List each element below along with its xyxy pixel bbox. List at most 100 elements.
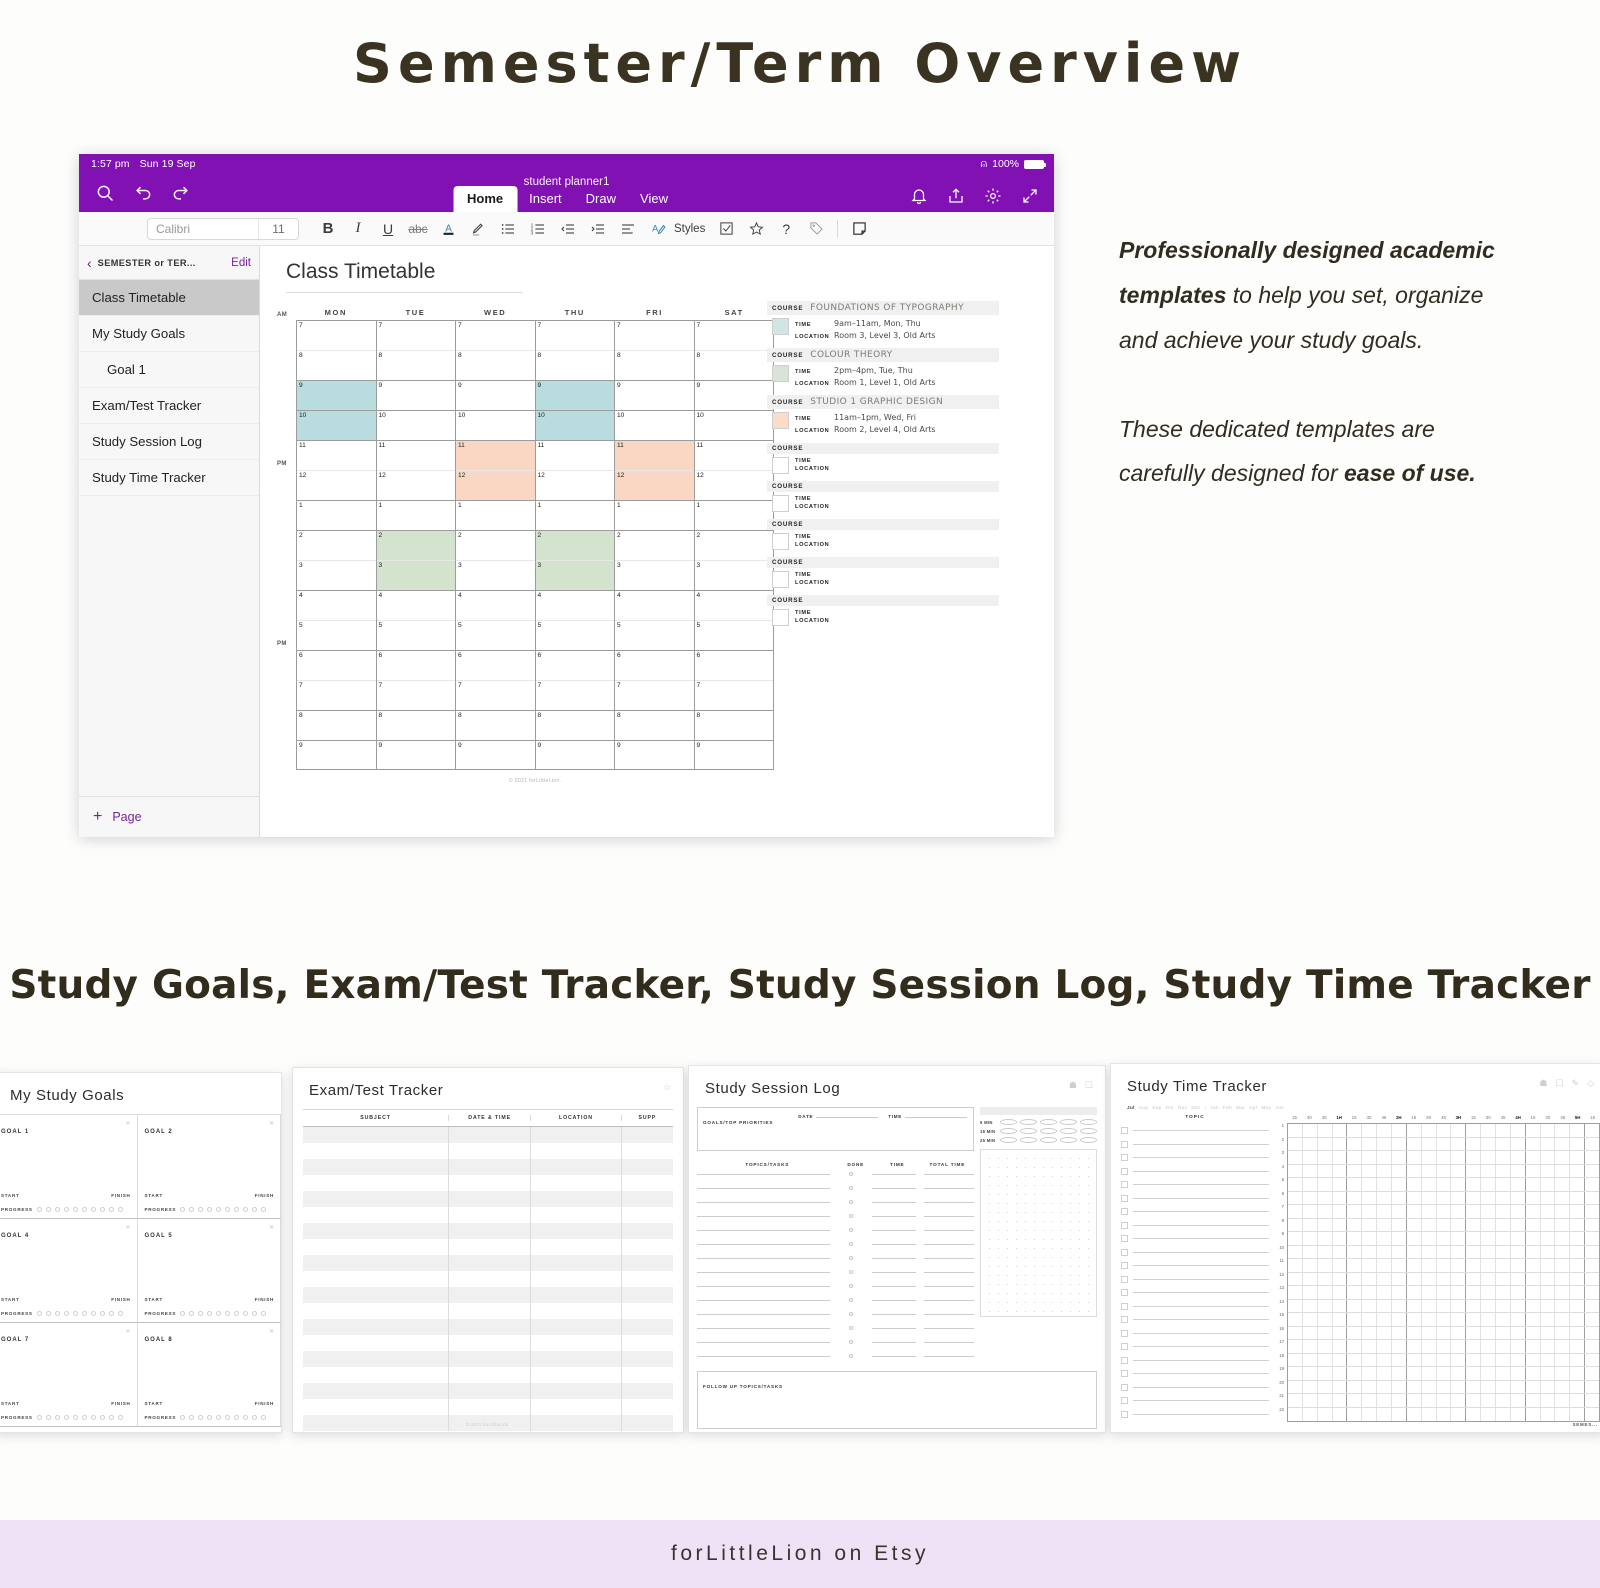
progress-dot[interactable] (225, 1311, 231, 1316)
exam-table-row[interactable] (303, 1335, 673, 1351)
chart-cell[interactable] (1377, 1259, 1393, 1272)
tab-insert[interactable]: Insert (517, 186, 574, 212)
chart-cell[interactable] (1466, 1137, 1482, 1150)
chart-cell[interactable] (1481, 1191, 1497, 1204)
task-time[interactable] (871, 1313, 916, 1315)
chart-cell[interactable] (1585, 1219, 1599, 1232)
task-line[interactable] (697, 1313, 830, 1315)
chart-cell[interactable] (1481, 1124, 1497, 1137)
timetable-cell[interactable]: 12 (376, 471, 455, 501)
expand-icon[interactable] (1021, 187, 1040, 206)
chart-cell[interactable] (1422, 1326, 1437, 1339)
topic-row[interactable] (1121, 1313, 1269, 1327)
tag-icon[interactable] (801, 216, 831, 242)
page-icon[interactable]: ☐ (1555, 1078, 1563, 1089)
chart-cell[interactable] (1318, 1286, 1333, 1299)
timetable-cell[interactable]: 1 (694, 501, 773, 531)
task-line[interactable] (697, 1243, 830, 1245)
chart-cell[interactable] (1333, 1259, 1348, 1272)
chart-cell[interactable] (1362, 1205, 1378, 1218)
chart-cell[interactable] (1570, 1326, 1586, 1339)
chart-cell[interactable] (1377, 1151, 1393, 1164)
italic-button[interactable]: I (343, 216, 373, 242)
task-total-time[interactable] (923, 1355, 974, 1357)
topic-row[interactable] (1121, 1367, 1269, 1381)
chart-cell[interactable] (1541, 1299, 1556, 1312)
cell-supp[interactable] (622, 1287, 673, 1303)
chart-cell[interactable] (1541, 1259, 1556, 1272)
chart-cell[interactable] (1511, 1313, 1526, 1326)
chart-cell[interactable] (1526, 1205, 1541, 1218)
chart-cell[interactable] (1555, 1218, 1571, 1231)
cell-supp[interactable] (622, 1303, 673, 1319)
cell-subject[interactable] (303, 1223, 450, 1239)
chart-cell[interactable] (1422, 1151, 1437, 1164)
chart-cell[interactable] (1303, 1299, 1318, 1312)
topic-checkbox[interactable] (1121, 1356, 1128, 1364)
chart-cell[interactable] (1333, 1394, 1348, 1407)
numbered-list-icon[interactable]: 123 (523, 216, 553, 242)
chart-cell[interactable] (1407, 1340, 1422, 1353)
chart-cell[interactable] (1318, 1326, 1333, 1339)
legend-color-swatch[interactable] (772, 456, 789, 474)
chart-cell[interactable] (1511, 1407, 1526, 1421)
chart-row[interactable] (1288, 1380, 1599, 1394)
chart-cell[interactable] (1362, 1178, 1378, 1191)
chart-cell[interactable] (1303, 1272, 1318, 1285)
chart-cell[interactable] (1333, 1178, 1348, 1191)
topic-checkbox[interactable] (1121, 1370, 1128, 1378)
chart-cell[interactable] (1347, 1326, 1363, 1339)
close-icon[interactable]: ✕ (125, 1328, 130, 1335)
chart-cell[interactable] (1377, 1272, 1393, 1285)
month-selector[interactable]: Jul Aug Sep Oct Nov Dec | Jan Feb Mar Apr May Jun (1111, 1105, 1600, 1115)
legend-color-swatch[interactable] (772, 412, 789, 430)
timetable-column-tue[interactable]: 7 8 9 10 11 12 1 2 3 4 5 6 7 8 9 (376, 321, 456, 769)
chart-cell[interactable] (1555, 1151, 1571, 1164)
timetable-cell[interactable]: 4 (456, 591, 535, 621)
timer-circle[interactable] (1000, 1128, 1017, 1134)
chart-cell[interactable] (1526, 1380, 1541, 1393)
chart-cell[interactable] (1526, 1407, 1541, 1421)
chart-cell[interactable] (1570, 1272, 1586, 1285)
task-done[interactable] (834, 1284, 868, 1288)
legend-color-swatch[interactable] (772, 494, 789, 512)
task-done[interactable] (834, 1312, 868, 1316)
chart-cell[interactable] (1451, 1178, 1467, 1191)
cell-location[interactable] (531, 1223, 622, 1239)
chart-cell[interactable] (1570, 1380, 1586, 1393)
chart-cell[interactable] (1437, 1259, 1452, 1272)
chart-cell[interactable] (1318, 1394, 1333, 1407)
chart-cell[interactable] (1570, 1367, 1586, 1380)
timer-row[interactable]: 5 MIN (980, 1119, 1097, 1125)
chart-cell[interactable] (1422, 1124, 1437, 1137)
chart-cell[interactable] (1511, 1367, 1526, 1380)
chart-cell[interactable] (1585, 1327, 1599, 1340)
chart-cell[interactable] (1555, 1137, 1571, 1150)
cell-subject[interactable] (303, 1383, 450, 1399)
month-may[interactable]: May (1262, 1105, 1272, 1110)
chart-cell[interactable] (1570, 1340, 1586, 1353)
legend-entry[interactable]: COURSE COLOUR THEORY TIME 2pm–4pm, Tue, Thu… (767, 348, 999, 388)
chart-cell[interactable] (1496, 1151, 1511, 1164)
progress-dot[interactable] (117, 1415, 123, 1420)
chart-cell[interactable] (1555, 1353, 1571, 1366)
legend-entry[interactable]: COURSE FOUNDATIONS OF TYPOGRAPHY TIME 9am–1… (767, 301, 999, 341)
task-done[interactable] (834, 1214, 868, 1218)
exam-table-row[interactable] (303, 1159, 673, 1175)
chart-cell[interactable] (1333, 1286, 1348, 1299)
progress-dot[interactable] (99, 1311, 105, 1316)
chart-cell[interactable] (1333, 1326, 1348, 1339)
timetable-cell[interactable]: 9 (695, 741, 774, 771)
chart-cell[interactable] (1437, 1380, 1452, 1393)
chart-cell[interactable] (1570, 1178, 1586, 1191)
chart-cell[interactable] (1422, 1137, 1437, 1150)
progress-dot[interactable] (243, 1415, 249, 1420)
chart-cell[interactable] (1362, 1353, 1378, 1366)
topic-checkbox[interactable] (1121, 1235, 1128, 1243)
chart-cell[interactable] (1303, 1286, 1318, 1299)
panel-my-study-goals[interactable]: My Study Goals GOAL 1 ✕ START FINISH PROGRES… (0, 1072, 282, 1433)
chart-cell[interactable] (1407, 1326, 1422, 1339)
chart-cell[interactable] (1303, 1191, 1318, 1204)
topic-row[interactable] (1121, 1192, 1269, 1206)
chart-cell[interactable] (1288, 1137, 1303, 1150)
